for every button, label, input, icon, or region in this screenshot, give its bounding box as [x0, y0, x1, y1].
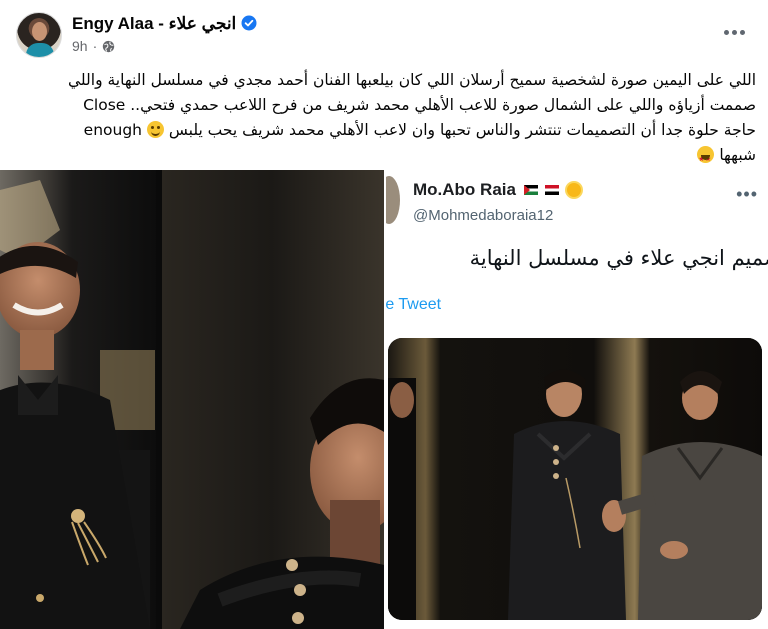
globe-icon[interactable] — [102, 40, 115, 53]
author-avatar[interactable] — [16, 12, 62, 58]
author-name-row[interactable]: Engy Alaa - انجي علاء — [72, 14, 257, 34]
photo-collage[interactable]: Mo.Abo Raia @Mohmedaboraia12 ••• نفس تصم… — [0, 170, 768, 629]
left-photo[interactable] — [0, 170, 384, 629]
post-time[interactable]: 9h — [72, 38, 88, 54]
smiling-face-icon — [146, 121, 164, 138]
post-header: Engy Alaa - انجي علاء 9h · — [0, 0, 768, 62]
tweet-text: نفس تصميم انجي علاء في مسلسل النهاية — [469, 246, 768, 270]
tweet-avatar — [386, 176, 400, 224]
more-options-button[interactable] — [720, 20, 748, 44]
post-text-line-4: شبهها — [14, 143, 756, 172]
tweet-name-row: Mo.Abo Raia — [413, 180, 582, 200]
post-text: اللي على اليمين صورة لشخصية سميح أرسلان … — [14, 68, 756, 172]
star-struck-icon — [697, 146, 715, 172]
sun-icon — [567, 183, 582, 197]
tweet-more-icon: ••• — [736, 184, 758, 204]
post-text-line: enough — [83, 121, 142, 139]
author-name[interactable]: Engy Alaa - انجي علاء — [72, 14, 236, 33]
tweet-image-illustration — [388, 338, 762, 620]
translate-tweet-link: ate Tweet — [386, 296, 442, 313]
egypt-flag-icon — [545, 185, 560, 195]
tweet-author-name: Mo.Abo Raia — [413, 180, 516, 199]
post-text-line: شبهها — [719, 146, 756, 164]
left-photo-illustration — [0, 170, 384, 629]
post-meta: 9h · — [72, 38, 115, 54]
tweet-handle: @Mohmedaboraia12 — [413, 207, 554, 224]
tweet-screenshot[interactable]: Mo.Abo Raia @Mohmedaboraia12 ••• نفس تصم… — [386, 170, 768, 629]
post-text-line: حاجة حلوة جدا أن التصميمات تنتشر والناس … — [168, 121, 756, 139]
palestine-flag-icon — [523, 185, 538, 195]
verified-badge-icon — [241, 15, 257, 31]
post-text-line: صممت أزياؤه واللي على الشمال صورة للاعب … — [83, 96, 756, 114]
post-text-line: اللي على اليمين صورة لشخصية سميح أرسلان … — [68, 71, 756, 89]
post-text-line-3: حاجة حلوة جدا أن التصميمات تنتشر والناس … — [14, 118, 756, 143]
tweet-image — [388, 338, 762, 620]
